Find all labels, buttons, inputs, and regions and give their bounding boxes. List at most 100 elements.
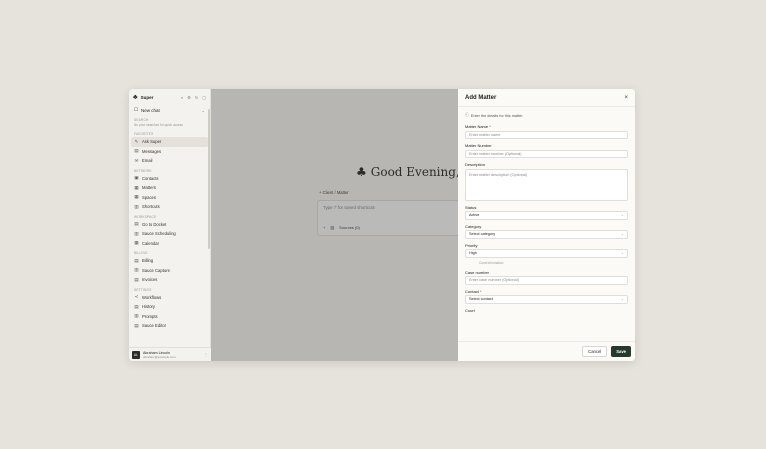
court-label: Court (465, 307, 475, 313)
section-workspace: WORKSPACE (134, 214, 157, 219)
sidebar-item-label: Calendar (142, 240, 159, 246)
user-profile[interactable]: AL Abraham Lincoln abraham@example.com ⋮ (129, 347, 211, 361)
logo-icon: ♣ (133, 93, 138, 101)
prompt-icon: ▥ (134, 313, 139, 319)
grid-icon: ▦ (134, 194, 139, 200)
category-select[interactable]: Select category ⌄ (465, 230, 628, 239)
sidebar-item-ask-super[interactable]: ✎ Ask Super (131, 137, 208, 147)
sidebar-item-label: Ask Super (142, 139, 162, 145)
description-label: Description (465, 162, 486, 167)
sidebar-item-contacts[interactable]: ▣ Contacts (129, 174, 210, 184)
user-email: abraham@example.com (143, 354, 176, 359)
sidebar-item-matters[interactable]: ▦ Matters (129, 183, 210, 193)
more-icon[interactable]: ⋮ (204, 352, 208, 357)
sidebar-item-calendar[interactable]: ▦ Calendar (129, 239, 210, 249)
case-number-field[interactable]: Enter case number (Optional) (465, 276, 628, 285)
docket-icon: ▤ (134, 221, 139, 227)
new-chat-label: New chat (141, 107, 160, 113)
app-window: ♣ Super ⌕ ⚙ ↻ ▢ ☐ New chat ⌄ SEARCH No p… (129, 89, 635, 361)
sidebar-item-billing[interactable]: ▤ Billing (129, 256, 210, 266)
priority-select[interactable]: High ⌄ (465, 249, 628, 258)
case-number-label: Case number (465, 269, 490, 275)
sidebar-item-label: Contacts (142, 175, 159, 181)
sidebar-item-scheduling[interactable]: ▥ Sauce Scheduling (129, 229, 210, 239)
sidebar-item-email[interactable]: ✉ Email (129, 156, 210, 166)
workflow-icon: ≺ (134, 294, 139, 300)
sidebar-item-label: Prompts (142, 313, 158, 319)
app-name: Super (140, 94, 154, 100)
section-settings: SETTINGS (134, 287, 152, 292)
editor-icon: ▤ (134, 322, 139, 328)
collapse-icon[interactable]: ▢ (202, 95, 206, 100)
cancel-button[interactable]: Cancel (582, 346, 608, 357)
save-button[interactable]: Save (611, 346, 631, 357)
contact-label: Contact * (465, 288, 482, 294)
search-icon[interactable]: ⌕ (181, 95, 183, 100)
sidebar-item-label: Matters (142, 185, 156, 191)
panel-title: Add Matter (465, 94, 497, 101)
chevron-down-icon: ⌄ (620, 297, 624, 302)
chevron-down-icon: ⌄ (620, 232, 624, 237)
capture-icon: ▥ (134, 267, 139, 273)
sidebar-item-docket[interactable]: ▤ Go to Docket (129, 220, 210, 230)
contacts-icon: ▣ (134, 175, 139, 181)
shortcut-icon: ▥ (134, 203, 139, 209)
sidebar-item-label: Email (142, 158, 153, 164)
close-icon[interactable]: × (624, 95, 628, 101)
section-network: NETWORK (134, 168, 152, 173)
panel-header: Add Matter × (458, 89, 635, 107)
sidebar-item-prompts[interactable]: ▥ Prompts (129, 312, 210, 322)
section-billing: BILLING (134, 251, 148, 255)
sidebar-item-editor[interactable]: ▤ Sauce Editor (129, 321, 210, 331)
category-label: Category (465, 223, 482, 229)
billing-icon: ▤ (134, 257, 139, 263)
sidebar-item-shortcuts[interactable]: ▥ Shortcuts (129, 202, 210, 212)
sidebar-item-label: Invoices (142, 277, 158, 283)
history-icon: ▤ (134, 303, 139, 309)
sidebar-item-capture[interactable]: ▥ Sauce Capture (129, 266, 210, 276)
info-icon: ⓘ (465, 113, 469, 117)
sidebar-item-label: Sauce Capture (142, 267, 170, 273)
avatar: AL (132, 350, 140, 359)
new-chat-button[interactable]: ☐ New chat ⌄ (129, 105, 210, 115)
invoice-icon: ▤ (134, 276, 139, 282)
sidebar-item-spaces[interactable]: ▦ Spaces (129, 193, 210, 203)
court-information-heading: Court information (479, 260, 504, 265)
chevron-down-icon: ⌄ (620, 213, 624, 218)
sidebar-item-label: Billing (142, 258, 154, 264)
panel-footer: Cancel Save (458, 341, 635, 361)
panel-body: ⓘ Enter the details for this matter. Mat… (458, 107, 635, 341)
description-field[interactable]: Enter matter description (Optional) (465, 168, 628, 201)
status-select[interactable]: Active ⌄ (465, 211, 628, 220)
calendar-icon: ▦ (134, 240, 139, 246)
sidebar-header-icons: ⌕ ⚙ ↻ ▢ (181, 95, 206, 100)
matter-number-field[interactable]: Enter matter number (Optional) (465, 149, 628, 158)
matter-number-label: Matter Number (465, 143, 492, 148)
matter-name-field[interactable]: Enter matter name (465, 130, 628, 139)
sidebar-item-label: Spaces (142, 194, 156, 200)
priority-label: Priority (465, 242, 478, 248)
sidebar-item-invoices[interactable]: ▤ Invoices (129, 275, 210, 285)
section-search: SEARCH (134, 118, 149, 122)
sidebar-item-label: Go to Docket (142, 221, 167, 227)
sidebar-item-label: Sauce Editor (142, 323, 166, 329)
sidebar-item-label: Sauce Scheduling (142, 231, 176, 237)
contact-select[interactable]: Select contact ⌄ (465, 295, 628, 304)
sidebar-scrollbar[interactable] (208, 109, 210, 249)
settings-icon[interactable]: ⚙ (187, 95, 191, 100)
sidebar: ♣ Super ⌕ ⚙ ↻ ▢ ☐ New chat ⌄ SEARCH No p… (129, 89, 211, 361)
mail-icon: ✉ (134, 157, 139, 163)
refresh-icon[interactable]: ↻ (195, 95, 198, 100)
sidebar-item-messages[interactable]: ▤ Messages (129, 147, 210, 157)
info-text: Enter the details for this matter. (470, 113, 524, 118)
sidebar-item-history[interactable]: ▤ History (129, 302, 210, 312)
sidebar-item-workflows[interactable]: ≺ Workflows (129, 293, 210, 303)
new-chat-icon: ☐ (134, 107, 139, 112)
sidebar-header: ♣ Super ⌕ ⚙ ↻ ▢ (129, 89, 210, 105)
sidebar-item-label: History (142, 304, 156, 310)
chevron-down-icon[interactable]: ⌄ (202, 108, 205, 113)
schedule-icon: ▥ (134, 230, 139, 236)
sparkle-icon: ✎ (134, 138, 139, 144)
sidebar-item-label: Messages (142, 148, 162, 154)
add-matter-panel: Add Matter × ⓘ Enter the details for thi… (458, 89, 635, 361)
